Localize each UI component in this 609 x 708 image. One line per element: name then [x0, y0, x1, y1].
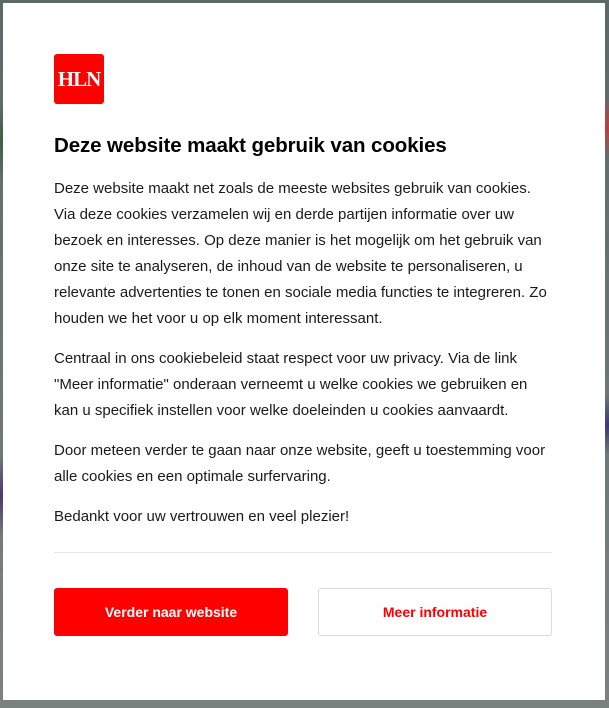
- button-row: Verder naar website Meer informatie: [54, 588, 554, 636]
- accept-button[interactable]: Verder naar website: [54, 588, 288, 636]
- cookie-consent-dialog: HLN Deze website maakt gebruik van cooki…: [3, 3, 605, 700]
- divider: [54, 552, 552, 553]
- hln-logo: HLN: [54, 54, 104, 104]
- paragraph-thanks: Bedankt voor uw vertrouwen en veel plezi…: [54, 508, 350, 525]
- more-info-button[interactable]: Meer informatie: [318, 588, 552, 636]
- dialog-body: Deze website maakt net zoals de meeste w…: [54, 176, 554, 530]
- paragraph-consent: Door meteen verder te gaan naar onze web…: [54, 442, 546, 485]
- paragraph-privacy: Centraal in ons cookiebeleid staat respe…: [54, 350, 528, 419]
- dialog-title: Deze website maakt gebruik van cookies: [54, 134, 447, 157]
- paragraph-intro: Deze website maakt net zoals de meeste w…: [54, 180, 547, 327]
- logo-text: HLN: [57, 66, 102, 91]
